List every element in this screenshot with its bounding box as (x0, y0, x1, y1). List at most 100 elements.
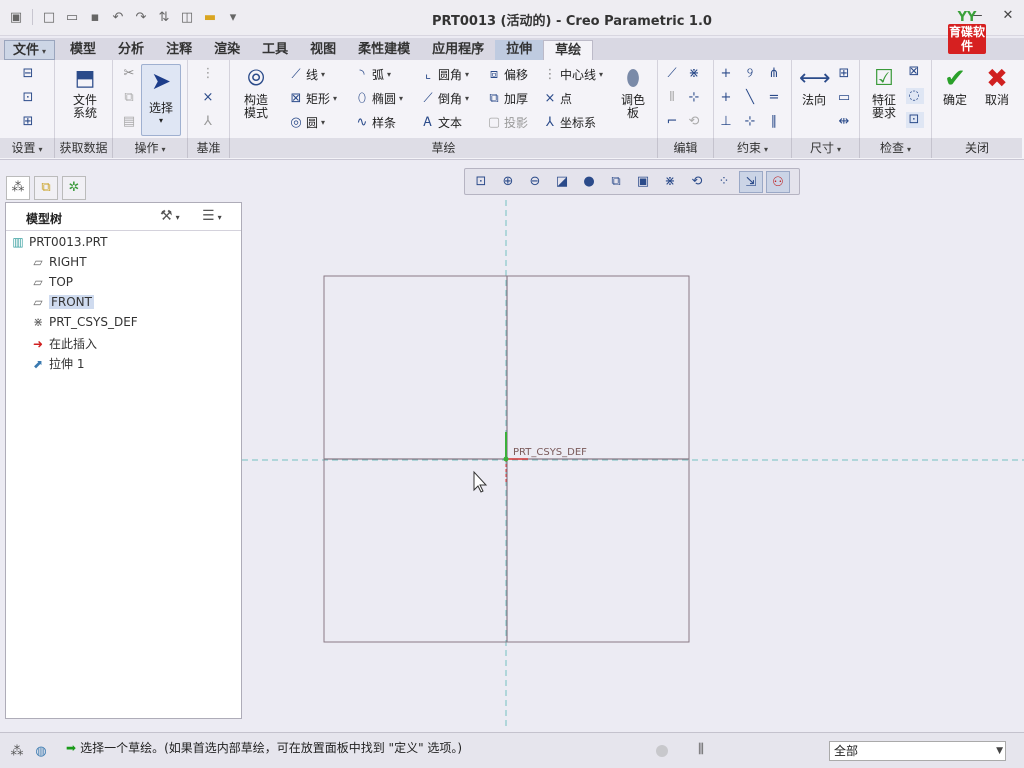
datum-display-icon[interactable]: ⋇ (658, 171, 682, 193)
rectangle-button[interactable]: ⊠ 矩形 ▾ (288, 90, 337, 107)
tree-node[interactable]: ▱ RIGHT (30, 255, 86, 269)
tab-applications[interactable]: 应用程序 (421, 40, 495, 60)
perimeter-icon[interactable]: ⊞ (836, 66, 854, 82)
annotation-display-icon[interactable]: ⁘ (712, 171, 736, 193)
datum-point-icon[interactable]: × (200, 90, 218, 106)
circle-button[interactable]: ◎ 圆 ▾ (288, 114, 325, 131)
palette-button[interactable]: ⬮ 调色 板 (616, 64, 650, 120)
tree-node[interactable]: ➜ 在此插入 (30, 335, 97, 352)
tab-flexible-modeling[interactable]: 柔性建模 (347, 40, 421, 60)
paste-icon[interactable]: ▤ (121, 114, 139, 130)
tab-extrude[interactable]: 拉伸 (495, 40, 544, 60)
corner-icon[interactable]: ⌐ (664, 114, 682, 130)
group-footer-dimension[interactable]: 尺寸 ▾ (792, 138, 860, 158)
group-footer-setup[interactable]: 设置 ▾ (0, 138, 55, 158)
highlight-open-ends-icon[interactable]: ◌ (906, 88, 924, 104)
centerline-button[interactable]: ⋮ 中心线 ▾ (542, 66, 604, 83)
baseline-icon[interactable]: ⇹ (836, 114, 854, 130)
point-button[interactable]: × 点 (542, 90, 572, 107)
midpoint-constraint-icon[interactable]: ⋔ (766, 66, 784, 82)
spin-center-icon[interactable]: ⟲ (685, 171, 709, 193)
perpendicular-constraint-icon[interactable]: ⊥ (718, 114, 736, 130)
group-footer-inspect[interactable]: 检查 ▾ (860, 138, 932, 158)
zoom-in-icon[interactable]: ⊕ (496, 171, 520, 193)
ellipse-button[interactable]: ⬯ 椭圆 ▾ (354, 90, 403, 107)
tab-annotate[interactable]: 注释 (155, 40, 203, 60)
tree-node[interactable]: ▱ FRONT (30, 295, 94, 309)
shade-closed-loops-icon[interactable]: ⊡ (906, 112, 924, 128)
equal-constraint-icon[interactable]: = (766, 90, 784, 106)
file-system-button[interactable]: ⬒ 文件 系统 (67, 64, 103, 120)
sketcher-display-icon[interactable]: ⚇ (766, 170, 790, 193)
refit-icon[interactable]: ⊡ (469, 171, 493, 193)
arc-button[interactable]: ◝ 弧 ▾ (354, 66, 391, 83)
normal-dimension-button[interactable]: ⟷ 法向 (794, 64, 834, 107)
spline-button[interactable]: ∿ 样条 (354, 114, 396, 131)
graphics-area[interactable]: PRT_CSYS_DEF (242, 200, 1024, 730)
select-button[interactable]: ➤ 选择 ▾ (141, 64, 181, 136)
vertical-constraint-icon[interactable]: + (718, 66, 736, 82)
coincident-constraint-icon[interactable]: ╲ (742, 90, 760, 106)
symmetric-constraint-icon[interactable]: ⊹ (742, 114, 760, 130)
construction-mode-button[interactable]: ⦾ 构造 模式 (236, 64, 276, 120)
chamfer-button[interactable]: ⟋ 倒角 ▾ (420, 90, 469, 107)
ok-button[interactable]: ✔ 确定 (936, 64, 974, 107)
reference-icon[interactable]: ⊡ (20, 90, 38, 106)
group-inspect: ☑ 特征 要求 ⊠ ◌ ⊡ (860, 60, 932, 138)
mirror-icon[interactable]: ⫴ (664, 90, 682, 106)
datum-csys-icon[interactable]: ⅄ (200, 114, 218, 130)
delete-segment-icon[interactable]: ⊹ (686, 90, 704, 106)
tangent-constraint-icon[interactable]: ୨ (742, 66, 760, 82)
tab-sketch[interactable]: 草绘 (543, 40, 594, 60)
tree-node[interactable]: ⬈ 拉伸 1 (30, 355, 84, 372)
rotate-resize-icon[interactable]: ⟲ (686, 114, 704, 130)
tab-model[interactable]: 模型 (59, 40, 107, 60)
offset-button[interactable]: ⧈ 偏移 (486, 66, 528, 83)
tree-node[interactable]: ⋇ PRT_CSYS_DEF (30, 315, 138, 329)
reference-dimension-icon[interactable]: ▭ (836, 90, 854, 106)
modify-icon[interactable]: ⟋ (664, 66, 682, 82)
overlapping-geometry-icon[interactable]: ⊠ (906, 64, 924, 80)
horizontal-constraint-icon[interactable]: + (718, 90, 736, 106)
tree-node[interactable]: ▥ PRT0013.PRT (10, 235, 107, 249)
saved-orientations-icon[interactable]: ⧉ (604, 171, 628, 193)
divide-icon[interactable]: ⋇ (686, 66, 704, 82)
project-button[interactable]: ▢ 投影 (486, 114, 528, 131)
tab-tools[interactable]: 工具 (251, 40, 299, 60)
display-style-icon[interactable]: ● (577, 171, 601, 193)
parallel-constraint-icon[interactable]: ∥ (766, 114, 784, 130)
copy-icon[interactable]: ⧉ (121, 90, 139, 106)
tree-show-icon[interactable]: ☰ ▾ (202, 208, 222, 224)
repaint-icon[interactable]: ◪ (550, 171, 574, 193)
text-button[interactable]: Ꭺ 文本 (420, 114, 462, 131)
cancel-button[interactable]: ✖ 取消 (978, 64, 1016, 107)
browser-toggle-icon[interactable]: ◍ (32, 743, 50, 761)
sketch-setup-icon[interactable]: ⊟ (20, 66, 38, 82)
tab-view[interactable]: 视图 (299, 40, 347, 60)
group-footer-constrain[interactable]: 约束 ▾ (714, 138, 792, 158)
datum-centerline-icon[interactable]: ⋮ (200, 66, 218, 82)
fillet-button[interactable]: ⌞ 圆角 ▾ (420, 66, 469, 83)
tree-node[interactable]: ▱ TOP (30, 275, 73, 289)
tree-settings-icon[interactable]: ⚒ ▾ (160, 208, 180, 224)
navigator-toggle-icon[interactable]: ⁂ (8, 743, 26, 761)
view-manager-icon[interactable]: ▣ (631, 171, 655, 193)
model-tree-tab-icon[interactable]: ⁂ (6, 176, 30, 200)
sketch-view-toggle-icon[interactable]: ⇲ (739, 170, 763, 193)
tab-analysis[interactable]: 分析 (107, 40, 155, 60)
feature-requirements-button[interactable]: ☑ 特征 要求 (864, 64, 904, 120)
close-icon[interactable]: ✕ (1000, 8, 1016, 24)
line-button[interactable]: ⟋ 线 ▾ (288, 66, 325, 83)
thicken-button[interactable]: ⧉ 加厚 (486, 90, 528, 107)
smart-select-icon[interactable]: ⫼ (698, 742, 704, 757)
sketch-view-icon[interactable]: ⊞ (20, 114, 38, 130)
zoom-out-icon[interactable]: ⊖ (523, 171, 547, 193)
cut-icon[interactable]: ✂ (121, 66, 139, 82)
coordinate-system-button[interactable]: ⅄ 坐标系 (542, 114, 596, 131)
tab-file[interactable]: 文件 ▾ (4, 40, 56, 60)
selection-filter-select[interactable]: 全部 ▼ (829, 741, 1006, 761)
folder-browser-tab-icon[interactable]: ⧉ (34, 176, 58, 200)
favorites-tab-icon[interactable]: ✲ (62, 176, 86, 200)
group-footer-operations[interactable]: 操作 ▾ (113, 138, 188, 158)
tab-render[interactable]: 渲染 (203, 40, 251, 60)
